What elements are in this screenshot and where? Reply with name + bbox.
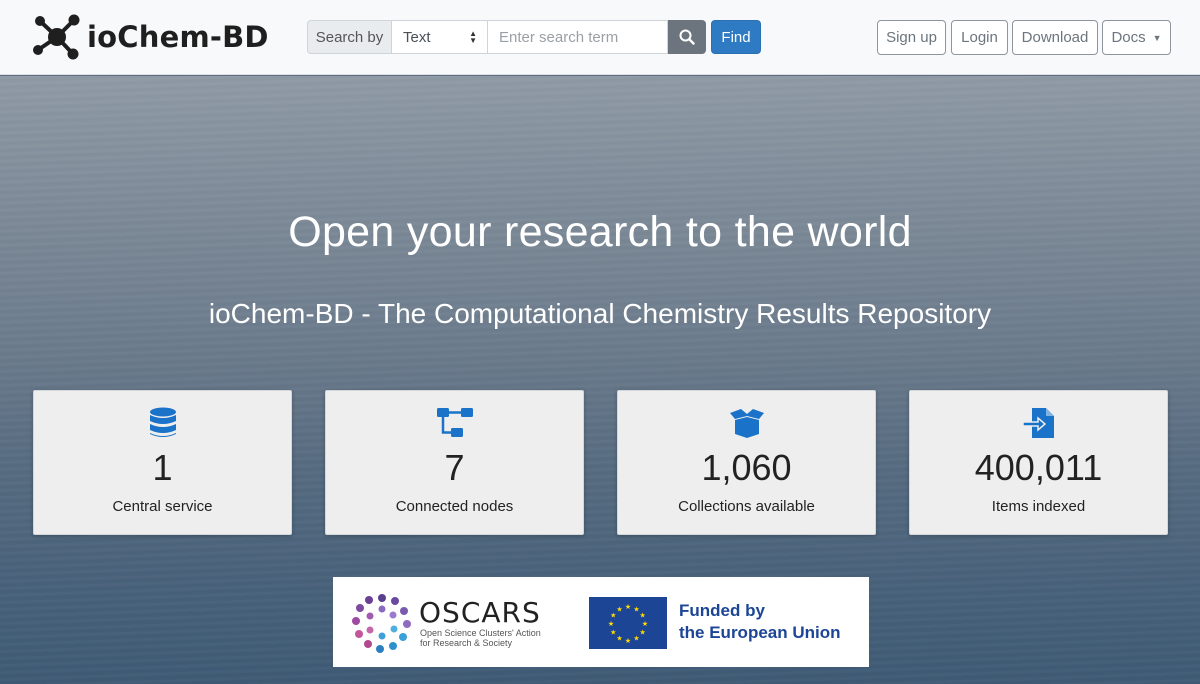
stat-card-central-service: 1 Central service: [33, 390, 292, 535]
find-button[interactable]: Find: [711, 20, 761, 54]
search-form: Search by Text ▲ ▼: [307, 20, 706, 54]
oscars-logo-icon: [352, 594, 411, 653]
box-open-icon: [729, 409, 764, 438]
oscars-tagline-line2: for Research & Society: [420, 638, 513, 648]
brand-name: ioChem-BD: [87, 20, 269, 54]
caret-down-icon: ▼: [1152, 32, 1162, 43]
eu-funding-text: Funded by the European Union: [679, 600, 841, 644]
svg-text:★: ★: [610, 629, 616, 637]
sitemap-icon: [436, 408, 473, 437]
select-arrows-icon: ▲ ▼: [469, 29, 477, 45]
eu-line1: Funded by: [679, 601, 765, 620]
svg-text:★: ★: [640, 612, 646, 620]
svg-text:★: ★: [625, 637, 631, 645]
magnifier-icon: [679, 29, 695, 45]
database-icon: [149, 407, 176, 437]
stat-value: 400,011: [974, 447, 1103, 488]
stat-label: Connected nodes: [395, 498, 514, 515]
stat-value: 1,060: [701, 447, 792, 488]
docs-dropdown-button[interactable]: Docs ▼: [1102, 20, 1171, 55]
file-import-icon: [1021, 408, 1054, 438]
svg-text:★: ★: [642, 620, 648, 628]
svg-text:★: ★: [633, 635, 639, 643]
search-type-select[interactable]: Text ▲ ▼: [392, 20, 488, 54]
eu-flag-icon: ★ ★ ★ ★ ★ ★ ★ ★ ★ ★ ★ ★: [589, 597, 667, 649]
login-button[interactable]: Login: [951, 20, 1008, 55]
svg-text:★: ★: [625, 603, 631, 611]
svg-text:★: ★: [608, 620, 614, 628]
svg-text:★: ★: [640, 629, 646, 637]
stat-value: 7: [444, 447, 465, 488]
signup-button[interactable]: Sign up: [877, 20, 946, 55]
svg-text:★: ★: [616, 635, 622, 643]
hero-title: Open your research to the world: [288, 208, 912, 256]
stat-card-connected-nodes: 7 Connected nodes: [325, 390, 584, 535]
funding-banner: OSCARS Open Science Clusters' Action for…: [333, 577, 869, 667]
top-navbar: ioChem-BD Search by Text ▲▼ Find Sign up…: [0, 0, 1200, 75]
search-type-value: Text: [403, 28, 431, 46]
search-input[interactable]: [488, 20, 668, 54]
stat-label: Collections available: [678, 498, 815, 515]
stat-label: Central service: [112, 498, 213, 515]
stat-label: Items indexed: [991, 498, 1086, 515]
oscars-tagline: Open Science Clusters' Action for Resear…: [420, 628, 541, 648]
oscars-name: OSCARS: [419, 596, 541, 629]
search-button[interactable]: [668, 20, 706, 54]
stat-card-items-indexed: 400,011 Items indexed: [909, 390, 1168, 535]
molecule-logo-icon: [33, 14, 80, 60]
eu-line2: the European Union: [679, 623, 841, 642]
search-by-label: Search by: [307, 20, 392, 54]
svg-text:★: ★: [616, 605, 622, 613]
download-button[interactable]: Download: [1012, 20, 1098, 55]
brand-logo[interactable]: ioChem-BD: [30, 10, 269, 64]
hero-subtitle: ioChem-BD - The Computational Chemistry …: [208, 298, 992, 329]
stat-value: 1: [152, 447, 173, 488]
stat-card-collections: 1,060 Collections available: [617, 390, 876, 535]
oscars-tagline-line1: Open Science Clusters' Action: [420, 628, 541, 638]
docs-label: Docs: [1111, 29, 1146, 46]
